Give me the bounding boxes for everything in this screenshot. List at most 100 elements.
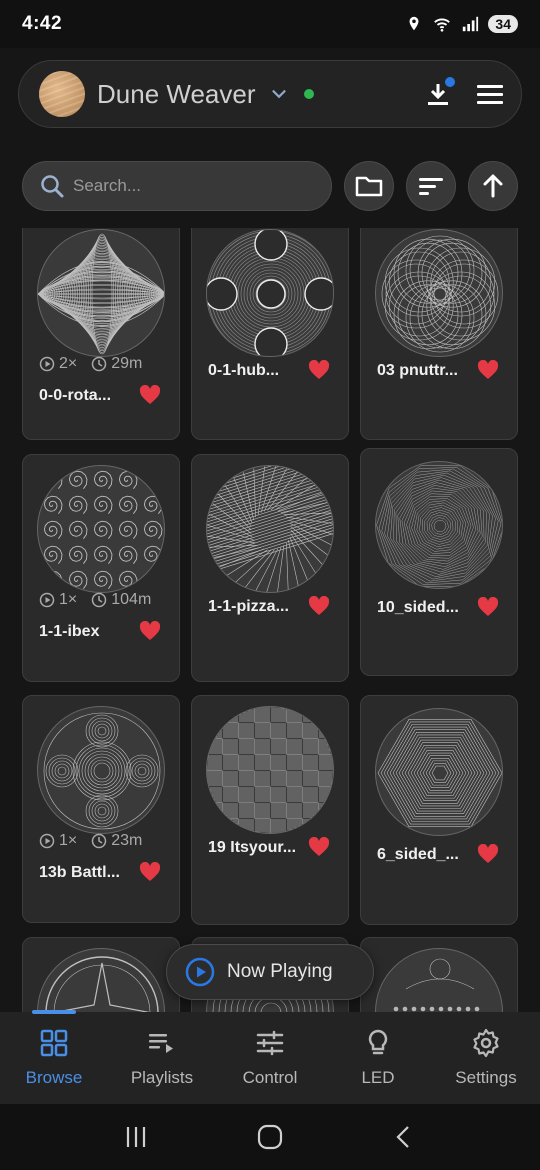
pattern-thumbnail — [375, 948, 503, 1012]
nav-led[interactable]: LED — [324, 1012, 432, 1104]
pattern-card[interactable] — [22, 937, 180, 1012]
pattern-thumbnail — [37, 948, 165, 1012]
battery-indicator: 34 — [488, 15, 518, 33]
pattern-card[interactable]: 03 pnuttr... — [360, 228, 518, 440]
play-count-value: 1× — [59, 832, 78, 849]
pattern-name: 13b Battl... — [39, 864, 120, 881]
pattern-card[interactable]: 2× 29m 0-0-rota... — [22, 228, 180, 440]
search-row — [22, 160, 520, 212]
recent-apps-icon[interactable] — [123, 1124, 149, 1150]
pattern-thumbnail — [375, 461, 503, 589]
play-circle-icon — [39, 356, 55, 372]
location-icon — [409, 16, 419, 31]
back-icon[interactable] — [391, 1124, 417, 1150]
pattern-name: 03 pnuttr... — [377, 362, 458, 379]
clock-icon — [92, 356, 107, 372]
search-input[interactable] — [73, 176, 303, 196]
nav-settings-label: Settings — [455, 1068, 517, 1087]
chevron-down-icon[interactable] — [268, 83, 290, 105]
pattern-meta: 1× 104m — [39, 591, 151, 609]
update-badge — [445, 77, 455, 87]
gear-icon — [473, 1028, 499, 1058]
pattern-meta: 2× 29m — [39, 355, 142, 373]
status-time: 4:42 — [22, 13, 63, 34]
folder-icon — [355, 176, 383, 197]
clock-icon — [92, 833, 107, 849]
nav-browse-label: Browse — [25, 1068, 83, 1087]
pattern-thumbnail — [37, 465, 165, 593]
nav-control-label: Control — [242, 1068, 298, 1087]
play-count: 1× — [39, 832, 77, 850]
download-button[interactable] — [423, 77, 455, 109]
connection-status-dot — [303, 89, 314, 99]
favorite-heart-icon[interactable] — [139, 385, 161, 405]
device-name[interactable]: Dune Weaver — [97, 79, 256, 110]
pattern-card[interactable]: 19 Itsyour... — [191, 695, 349, 925]
duration: 23m — [91, 832, 142, 850]
header-actions — [423, 77, 505, 109]
wifi-icon — [434, 18, 451, 32]
play-circle-icon — [39, 592, 55, 608]
menu-button[interactable] — [475, 79, 505, 109]
pattern-thumbnail — [206, 706, 334, 834]
grid-icon — [40, 1029, 68, 1057]
pattern-card[interactable]: 1× 104m 1-1-ibex — [22, 454, 180, 682]
pattern-name: 1-1-ibex — [39, 623, 100, 640]
favorite-heart-icon[interactable] — [477, 844, 499, 864]
play-circle-icon — [185, 957, 215, 987]
pattern-card[interactable]: 10_sided... — [360, 448, 518, 676]
pattern-thumbnail — [206, 465, 334, 593]
pattern-card[interactable]: 0-1-hub... — [191, 228, 349, 440]
pattern-thumbnail — [375, 229, 503, 357]
duration-value: 104m — [111, 591, 152, 608]
favorite-heart-icon[interactable] — [477, 360, 499, 380]
play-count: 1× — [39, 591, 77, 609]
pattern-meta: 1× 23m — [39, 832, 142, 850]
nav-browse[interactable]: Browse — [0, 1010, 108, 1104]
nav-settings[interactable]: Settings — [432, 1012, 540, 1104]
nav-playlists[interactable]: Playlists — [108, 1012, 216, 1104]
pattern-thumbnail — [37, 229, 165, 357]
pattern-thumbnail — [37, 706, 165, 834]
bulb-icon — [368, 1029, 388, 1055]
active-tab-indicator — [32, 1010, 76, 1014]
pattern-card[interactable]: 1-1-pizza... — [191, 454, 349, 682]
pattern-card[interactable]: 6_sided_... — [360, 695, 518, 925]
duration: 104m — [91, 591, 151, 609]
favorite-heart-icon[interactable] — [308, 360, 330, 380]
nav-led-label: LED — [361, 1068, 395, 1087]
signal-icon — [463, 16, 479, 32]
hamburger-icon — [477, 85, 503, 104]
now-playing-button[interactable]: Now Playing — [166, 944, 374, 1000]
arrow-up-icon — [483, 174, 503, 198]
favorite-heart-icon[interactable] — [477, 597, 499, 617]
duration: 29m — [91, 355, 142, 373]
now-playing-label: Now Playing — [227, 961, 333, 982]
bottom-navigation: Browse Playlists Control LED Settings — [0, 1010, 540, 1104]
favorite-heart-icon[interactable] — [308, 837, 330, 857]
pattern-name: 0-1-hub... — [208, 362, 280, 379]
play-count-value: 2× — [59, 355, 78, 372]
pattern-name: 1-1-pizza... — [208, 598, 289, 615]
favorite-heart-icon[interactable] — [308, 596, 330, 616]
pattern-card[interactable]: 1× 23m 13b Battl... — [22, 695, 180, 923]
favorite-heart-icon[interactable] — [139, 862, 161, 882]
device-header: Dune Weaver — [18, 60, 522, 128]
folder-button[interactable] — [344, 161, 394, 211]
nav-control[interactable]: Control — [216, 1012, 324, 1104]
sort-button[interactable] — [406, 161, 456, 211]
status-bar: 4:42 34 — [0, 0, 540, 48]
search-box[interactable] — [22, 161, 332, 211]
pattern-card[interactable] — [360, 937, 518, 1012]
duration-value: 23m — [111, 832, 143, 849]
duration-value: 29m — [111, 355, 143, 372]
clock-icon — [92, 592, 107, 608]
home-icon[interactable] — [256, 1123, 284, 1151]
favorite-heart-icon[interactable] — [139, 621, 161, 641]
device-avatar[interactable] — [39, 71, 85, 117]
system-navigation-bar — [0, 1104, 540, 1170]
pattern-grid: 2× 29m 0-0-rota... 0-1-hub... 03 pnuttr... 1×… — [22, 228, 518, 1012]
pattern-name: 0-0-rota... — [39, 387, 112, 404]
play-circle-icon — [39, 833, 55, 849]
sort-direction-button[interactable] — [468, 161, 518, 211]
